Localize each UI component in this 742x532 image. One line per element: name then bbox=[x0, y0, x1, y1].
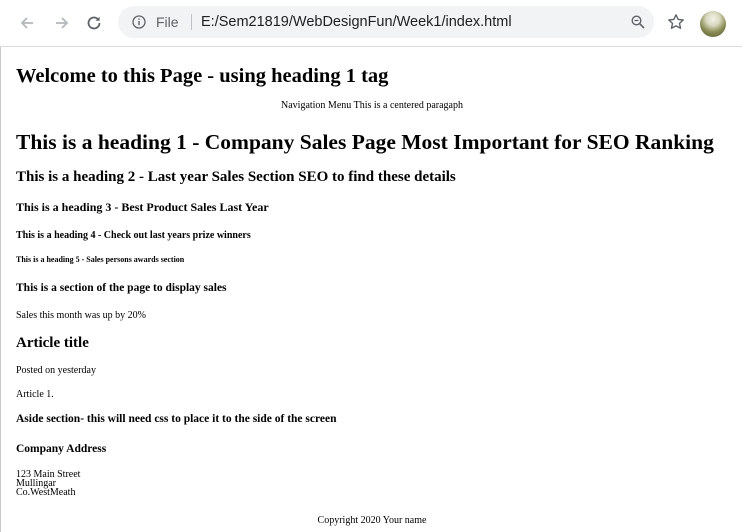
heading-5: This is a heading 5 - Sales persons awar… bbox=[16, 255, 185, 264]
heading-4: This is a heading 4 - Check out last yea… bbox=[16, 230, 251, 241]
header-title: Welcome to this Page - using heading 1 t… bbox=[16, 65, 389, 87]
page-content: Welcome to this Page - using heading 1 t… bbox=[0, 47, 742, 532]
company-address-title: Company Address bbox=[16, 443, 107, 455]
scheme-label: File bbox=[156, 14, 179, 30]
article-title: Article title bbox=[16, 335, 89, 351]
section-title: This is a section of the page to display… bbox=[16, 282, 227, 294]
heading-2: This is a heading 2 - Last year Sales Se… bbox=[16, 169, 456, 185]
bookmark-star-icon[interactable] bbox=[667, 13, 685, 36]
nav-menu-text: Navigation Menu This is a centered parag… bbox=[281, 100, 463, 111]
address-block: 123 Main Street Mullingar Co.WestMeath bbox=[16, 470, 80, 498]
reload-icon[interactable] bbox=[84, 13, 104, 33]
article-body: Article 1. bbox=[16, 389, 54, 400]
footer-text: Copyright 2020 Your name bbox=[317, 515, 427, 526]
zoom-icon[interactable] bbox=[631, 15, 645, 34]
profile-avatar[interactable] bbox=[700, 11, 726, 37]
divider bbox=[191, 14, 192, 30]
back-arrow-icon[interactable] bbox=[17, 13, 37, 33]
address-line: Co.WestMeath bbox=[16, 487, 76, 498]
browser-toolbar: File E:/Sem21819/WebDesignFun/Week1/inde… bbox=[0, 0, 742, 47]
info-icon[interactable] bbox=[132, 15, 146, 34]
posted-text: Posted on yesterday bbox=[16, 365, 96, 376]
forward-arrow-icon[interactable] bbox=[52, 13, 72, 33]
address-bar[interactable]: File E:/Sem21819/WebDesignFun/Week1/inde… bbox=[118, 6, 654, 38]
url-text[interactable]: E:/Sem21819/WebDesignFun/Week1/index.htm… bbox=[201, 13, 512, 31]
heading-3: This is a heading 3 - Best Product Sales… bbox=[16, 200, 269, 214]
heading-1: This is a heading 1 - Company Sales Page… bbox=[16, 130, 714, 154]
sales-text: Sales this month was up by 20% bbox=[16, 310, 146, 321]
aside-title: Aside section- this will need css to pla… bbox=[16, 413, 337, 425]
